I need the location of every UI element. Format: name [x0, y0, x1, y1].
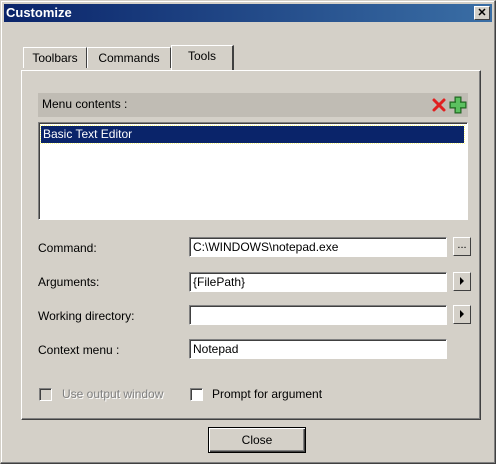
command-field[interactable]: C:\WINDOWS\notepad.exe: [189, 237, 447, 257]
arrow-right-icon: [460, 277, 464, 285]
dialog-title: Customize: [6, 5, 72, 20]
use-output-window-label: Use output window: [62, 387, 164, 401]
close-button[interactable]: Close: [208, 427, 306, 453]
title-bar: Customize ✕: [4, 4, 492, 22]
menu-contents-list[interactable]: Basic Text Editor: [38, 122, 468, 220]
arguments-menu-button[interactable]: [453, 272, 471, 291]
menu-contents-label: Menu contents :: [42, 97, 128, 111]
command-label: Command:: [38, 241, 97, 255]
context-menu-field[interactable]: Notepad: [189, 339, 447, 359]
use-output-window-checkbox[interactable]: [39, 388, 52, 401]
prompt-for-argument-checkbox[interactable]: [190, 388, 203, 401]
arrow-right-icon: [460, 310, 464, 318]
arguments-label: Arguments:: [38, 275, 100, 289]
tab-toolbars[interactable]: Toolbars: [23, 47, 87, 68]
arguments-field[interactable]: {FilePath}: [189, 272, 447, 292]
close-icon: ✕: [477, 7, 487, 19]
prompt-for-argument-label: Prompt for argument: [212, 387, 323, 401]
menu-contents-header: Menu contents :: [38, 93, 468, 117]
add-icon[interactable]: [448, 95, 468, 115]
context-menu-label: Context menu :: [38, 343, 120, 357]
working-directory-menu-button[interactable]: [453, 305, 471, 324]
tab-tools[interactable]: Tools: [171, 45, 234, 70]
working-directory-field[interactable]: [189, 305, 447, 325]
tab-commands[interactable]: Commands: [87, 47, 171, 68]
list-item[interactable]: Basic Text Editor: [40, 125, 465, 144]
browse-command-button[interactable]: ...: [453, 237, 471, 256]
working-directory-label: Working directory:: [38, 309, 135, 323]
delete-icon[interactable]: [430, 96, 448, 114]
close-window-button[interactable]: ✕: [474, 6, 490, 20]
